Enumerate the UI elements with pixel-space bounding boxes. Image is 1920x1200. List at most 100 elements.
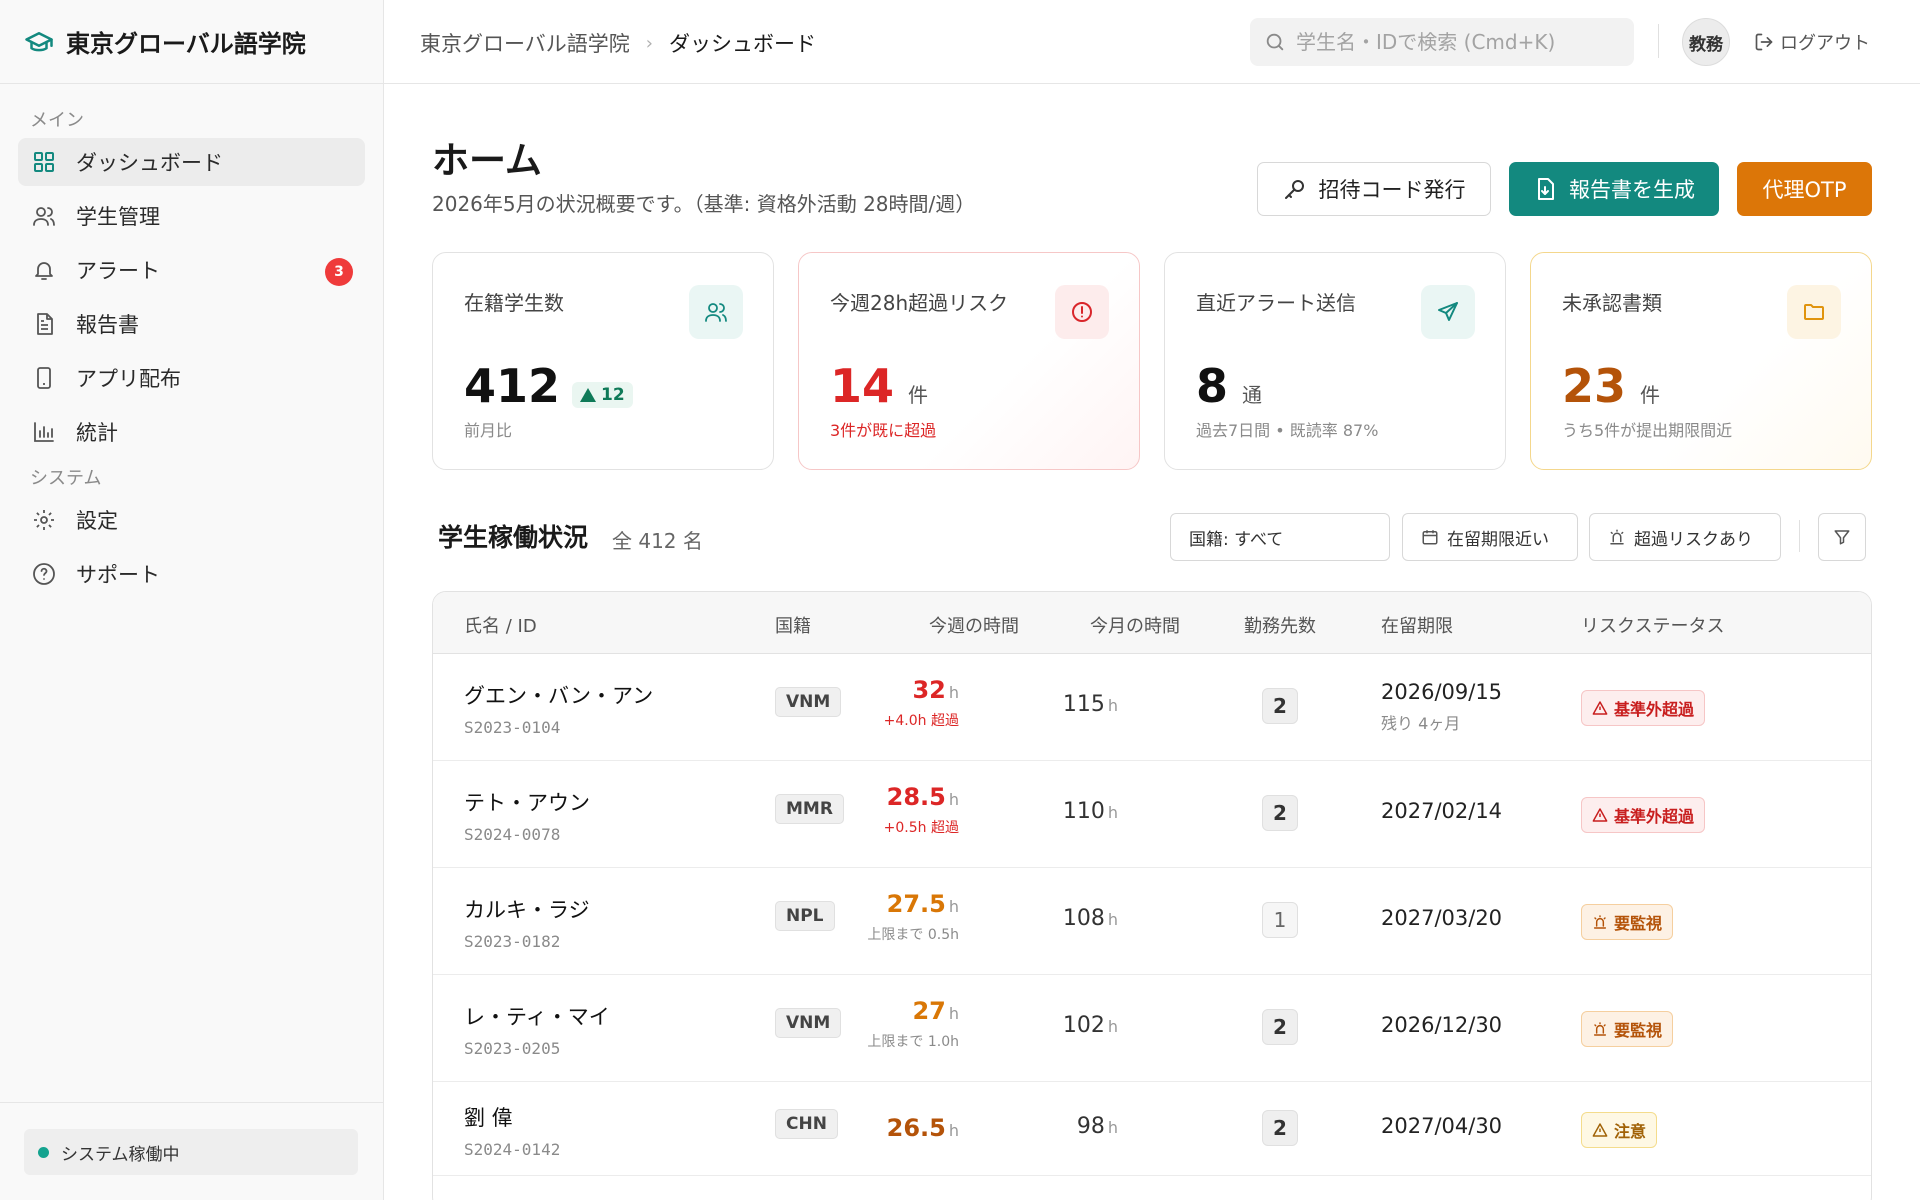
stat-card-overtime-risk[interactable]: 今週28h超過リスク 14 件 3件が既に超過 (798, 252, 1140, 470)
card-unit: 件 (1640, 383, 1661, 407)
report-button-label: 報告書を生成 (1569, 178, 1695, 202)
triangle-up-icon (580, 388, 597, 402)
student-name[interactable]: グエン・バン・アン (464, 680, 653, 710)
col-risk-status[interactable]: リスクステータス (1581, 612, 1724, 638)
section-title: 学生稼働状況 (438, 523, 589, 552)
system-status-text: システム稼働中 (61, 1144, 180, 1165)
week-hours: 27.5 (886, 890, 946, 918)
sidebar-footer: システム稼働中 (0, 1102, 384, 1200)
sidebar-item-reports[interactable]: 報告書 (18, 300, 365, 348)
advanced-filter-button[interactable] (1818, 513, 1866, 561)
col-week-hours[interactable]: 今週の時間 (929, 612, 1019, 638)
card-label: 未承認書類 (1562, 291, 1662, 315)
topbar: 東京グローバル語学院 › ダッシュボード 教務 ログアウト (384, 0, 1920, 84)
stat-card-pending-docs[interactable]: 未承認書類 23 件 うち5件が提出期限間近 (1530, 252, 1872, 470)
employer-count: 2 (1262, 1009, 1298, 1045)
col-employers[interactable]: 勤務先数 (1244, 612, 1316, 638)
student-id: S2023-0104 (464, 718, 561, 737)
breadcrumb-school[interactable]: 東京グローバル語学院 (420, 28, 630, 58)
calendar-icon (1422, 530, 1438, 545)
issue-invite-code-button[interactable]: 招待コード発行 (1257, 162, 1491, 216)
hour-unit: h (1107, 696, 1118, 715)
week-hours: 32 (912, 676, 946, 704)
month-hours: 98 (1076, 1114, 1105, 1139)
search-icon (1266, 33, 1284, 51)
help-circle-icon (33, 563, 55, 585)
card-value: 8 (1196, 359, 1229, 413)
proxy-otp-button[interactable]: 代理OTP (1737, 162, 1872, 216)
status-dot-icon (38, 1146, 49, 1158)
status-label: 基準外超過 (1614, 700, 1695, 719)
hour-unit: h (1107, 1017, 1118, 1036)
visa-remaining: 残り 4ヶ月 (1381, 714, 1461, 733)
status-badge: 要監視 (1581, 904, 1674, 940)
users-icon (33, 207, 55, 226)
table-row[interactable]: レ・ティ・マイ S2023-0205 VNM 27 h 上限まで 1.0h 102… (433, 975, 1871, 1082)
card-value: 412 (464, 359, 561, 413)
sidebar-item-dashboard[interactable]: ダッシュボード (18, 138, 365, 186)
logout-label: ログアウト (1780, 33, 1870, 54)
student-name[interactable]: レ・ティ・マイ (464, 1001, 610, 1031)
siren-icon (1610, 529, 1624, 545)
student-name[interactable]: カルキ・ラジ (464, 894, 590, 924)
status-label: 基準外超過 (1614, 807, 1695, 826)
table-row[interactable]: カルキ・ラジ S2023-0182 NPL 27.5 h 上限まで 0.5h 10… (433, 868, 1871, 975)
generate-report-button[interactable]: 報告書を生成 (1509, 162, 1719, 216)
sidebar-item-support[interactable]: サポート (18, 550, 365, 598)
sidebar-item-students[interactable]: 学生管理 (18, 192, 365, 240)
send-icon (1421, 285, 1475, 339)
warning-triangle-icon (1592, 808, 1608, 822)
brand-name: 東京グローバル語学院 (66, 30, 306, 58)
stat-card-alerts-sent[interactable]: 直近アラート送信 8 通 過去7日間 • 既読率 87% (1164, 252, 1506, 470)
table-row[interactable]: テト・アウン S2024-0078 MMR 28.5 h +0.5h 超過 110… (433, 761, 1871, 868)
sidebar-item-alerts[interactable]: アラート 3 (18, 246, 365, 294)
nationality-filter-select[interactable]: 国籍: すべて (1170, 513, 1390, 561)
week-hours: 27 (912, 997, 946, 1025)
visa-expiry-date: 2027/03/20 (1381, 906, 1503, 930)
student-name[interactable]: テト・アウン (464, 787, 590, 817)
avatar[interactable]: 教務 (1682, 18, 1730, 66)
overtime-risk-filter-button[interactable]: 超過リスクあり (1589, 513, 1781, 561)
visa-expiry-filter-button[interactable]: 在留期限近い (1402, 513, 1578, 561)
col-visa-expiry[interactable]: 在留期限 (1381, 612, 1453, 638)
col-month-hours[interactable]: 今月の時間 (1090, 612, 1180, 638)
key-icon (1284, 180, 1304, 199)
col-nationality[interactable]: 国籍 (775, 612, 811, 638)
employer-count: 2 (1262, 795, 1298, 831)
week-hours-note: +4.0h 超過 (883, 713, 959, 729)
table-row[interactable]: グエン・バン・アン S2023-0104 VNM 32 h +4.0h 超過 11… (433, 654, 1871, 761)
visa-expiry-date: 2027/02/14 (1381, 799, 1503, 823)
hour-unit: h (1107, 910, 1118, 929)
file-download-icon (1538, 178, 1554, 200)
student-count: 全 412 名 (612, 529, 703, 553)
sidebar-item-statistics[interactable]: 統計 (18, 408, 365, 456)
brand[interactable]: 東京グローバル語学院 (0, 0, 383, 84)
student-id: S2024-0078 (464, 825, 561, 844)
visa-expiry-date: 2027/04/30 (1381, 1114, 1503, 1138)
stat-card-enrolled[interactable]: 在籍学生数 412 12 前月比 (432, 252, 774, 470)
nav-section-main: メイン (30, 110, 84, 131)
page-title: ホーム (432, 139, 542, 182)
col-name-id[interactable]: 氏名 / ID (464, 612, 537, 638)
hour-unit: h (948, 1004, 959, 1023)
student-name[interactable]: 劉 偉 (464, 1102, 560, 1132)
sidebar-item-label: アラート (76, 259, 160, 283)
logout-button[interactable]: ログアウト (1754, 29, 1870, 55)
sidebar-item-app-distribution[interactable]: アプリ配布 (18, 354, 365, 402)
topbar-divider (1658, 24, 1659, 58)
table-row[interactable]: 劉 偉 S2024-0142 CHN 26.5 h 98 h 2 2027/04/3… (433, 1082, 1871, 1176)
siren-icon (1593, 915, 1607, 929)
bell-icon (35, 262, 53, 280)
bar-chart-icon (34, 422, 54, 442)
card-note: 3件が既に超過 (830, 421, 937, 440)
month-hours: 102 (1062, 1013, 1105, 1038)
search-input[interactable] (1296, 30, 1616, 54)
student-id: S2023-0205 (464, 1039, 561, 1058)
sidebar-item-settings[interactable]: 設定 (18, 496, 365, 544)
search-box[interactable] (1250, 18, 1634, 66)
sidebar-item-label: サポート (76, 563, 160, 587)
card-note: 過去7日間 • 既読率 87% (1196, 421, 1379, 440)
chevron-right-icon: › (645, 32, 653, 54)
student-id: S2024-0142 (464, 1140, 561, 1159)
card-label: 直近アラート送信 (1196, 291, 1356, 315)
